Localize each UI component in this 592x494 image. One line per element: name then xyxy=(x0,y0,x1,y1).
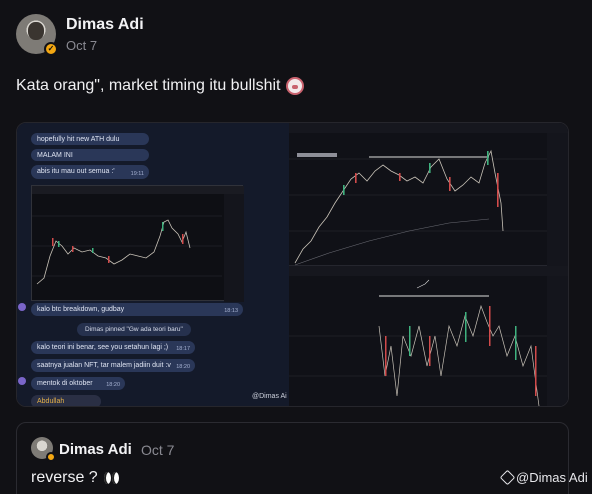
chat-message: mentok di oktober 18:20 xyxy=(31,377,125,390)
quoted-post[interactable]: Dimas Adi Oct 7 reverse ? xyxy=(16,422,569,494)
chat-message: kalo btc breakdown, gudbay 18:13 xyxy=(31,303,243,316)
author-avatar[interactable]: ✓ xyxy=(16,14,58,56)
verified-badge-icon xyxy=(46,452,56,462)
chat-message: saatnya jualan NFT, tar malem jadiin dui… xyxy=(31,359,195,372)
author-name[interactable]: Dimas Adi xyxy=(66,16,144,34)
quote-text: reverse ? xyxy=(31,469,120,487)
verified-badge-icon: ✓ xyxy=(44,42,58,56)
post-text: Kata orang", market timing itu bullshit xyxy=(16,77,305,95)
threads-logo-icon xyxy=(499,469,516,486)
post-media[interactable]: hopefully hit new ATH dulu MALAM INI abi… xyxy=(16,122,569,407)
chat-message: MALAM INI xyxy=(31,149,149,161)
pinned-notice: Dimas pinned "Gw ada teori baru" xyxy=(77,323,191,336)
watermark: @Dimas Adi xyxy=(499,469,588,486)
inner-watermark: @Dimas Ai xyxy=(252,393,287,400)
chat-message: hopefully hit new ATH dulu xyxy=(31,133,149,145)
quote-date: Oct 7 xyxy=(141,442,175,458)
quote-author-avatar[interactable] xyxy=(31,437,56,462)
quote-author-name[interactable]: Dimas Adi xyxy=(59,441,132,458)
eyes-icon xyxy=(103,472,120,484)
quote-text-content: reverse ? xyxy=(31,469,98,486)
inner-chart-image xyxy=(31,185,244,302)
chat-sender: Abdullah xyxy=(31,395,101,406)
post-header: ✓ Dimas Adi Oct 7 xyxy=(16,14,144,56)
pig-face-icon xyxy=(286,77,305,95)
chat-message: abis itu mau out semua :' 19:11 xyxy=(31,165,149,179)
trading-chart-screenshot xyxy=(289,123,568,406)
post-date: Oct 7 xyxy=(66,37,98,53)
post-text-content: Kata orang", market timing itu bullshit xyxy=(16,77,281,94)
chat-screenshot: hopefully hit new ATH dulu MALAM INI abi… xyxy=(17,123,289,406)
chat-message: kalo teori ini benar, see you setahun la… xyxy=(31,341,195,354)
watermark-text: @Dimas Adi xyxy=(516,470,588,485)
